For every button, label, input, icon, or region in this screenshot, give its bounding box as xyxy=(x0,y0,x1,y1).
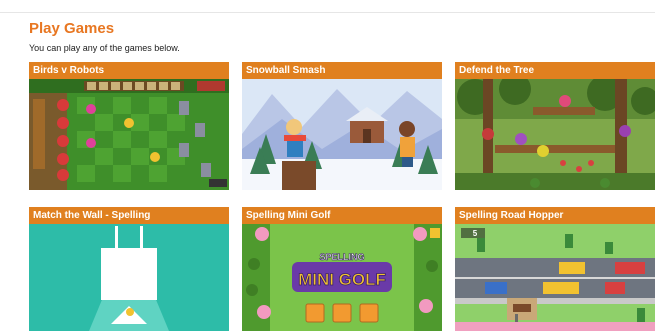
game-title[interactable]: Spelling Road Hopper xyxy=(455,207,655,224)
game-card-birds-v-robots[interactable]: Birds v Robots xyxy=(29,62,229,193)
logo-top-text: SPELLING xyxy=(319,252,364,262)
game-title[interactable]: Birds v Robots xyxy=(29,62,229,79)
page-intro: You can play any of the games below. xyxy=(29,43,180,53)
game-thumbnail-match-the-wall[interactable] xyxy=(29,224,229,331)
game-card-defend-the-tree[interactable]: Defend the Tree xyxy=(455,62,655,193)
games-grid: Birds v Robots Snowball Smash Defend the… xyxy=(29,62,655,331)
game-title[interactable]: Defend the Tree xyxy=(455,62,655,79)
game-card-spelling-mini-golf[interactable]: Spelling Mini Golf SPELLING MINI GOLF xyxy=(242,207,442,331)
game-card-spelling-road-hopper[interactable]: Spelling Road Hopper 5 xyxy=(455,207,655,331)
game-thumbnail-birds-v-robots[interactable] xyxy=(29,79,229,190)
game-card-snowball-smash[interactable]: Snowball Smash xyxy=(242,62,442,193)
game-title[interactable]: Match the Wall - Spelling xyxy=(29,207,229,224)
game-thumbnail-snowball-smash[interactable] xyxy=(242,79,442,190)
game-thumbnail-spelling-road-hopper[interactable]: 5 xyxy=(455,224,655,331)
game-card-match-the-wall[interactable]: Match the Wall - Spelling xyxy=(29,207,229,331)
game-title[interactable]: Spelling Mini Golf xyxy=(242,207,442,224)
game-thumbnail-spelling-mini-golf[interactable]: SPELLING MINI GOLF xyxy=(242,224,442,331)
page-title: Play Games xyxy=(29,20,115,37)
top-divider xyxy=(0,12,655,13)
logo-bottom-text: MINI GOLF xyxy=(298,270,386,289)
hud-counter: 5 xyxy=(473,229,478,238)
game-thumbnail-defend-the-tree[interactable] xyxy=(455,79,655,190)
game-title[interactable]: Snowball Smash xyxy=(242,62,442,79)
